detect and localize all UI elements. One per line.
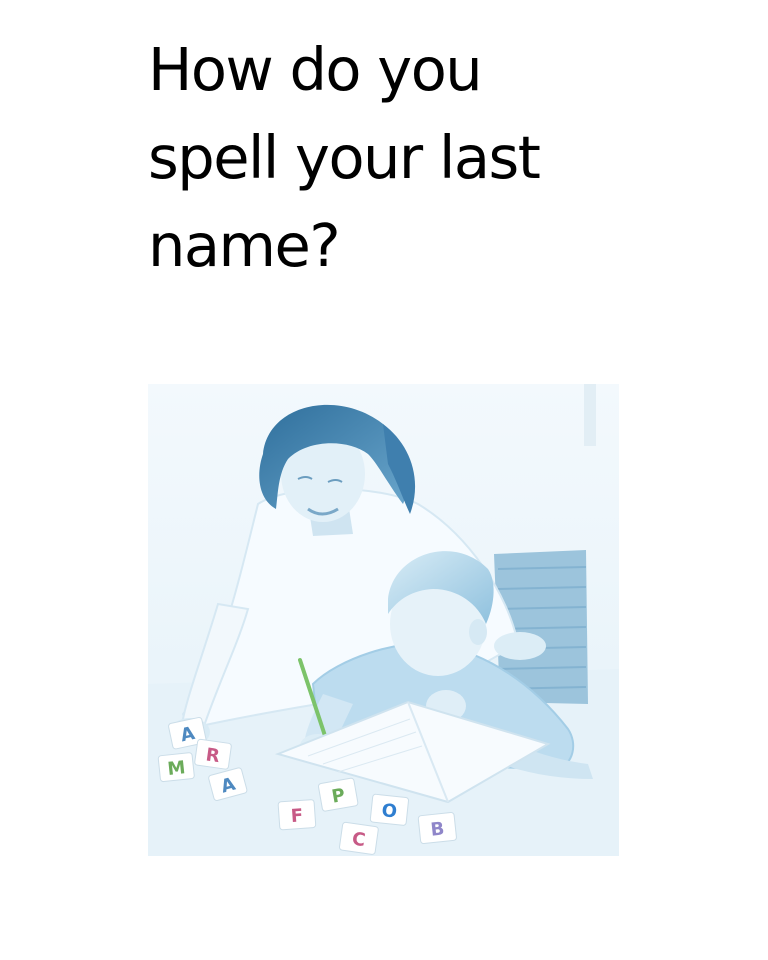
svg-text:B: B <box>430 818 446 840</box>
svg-text:O: O <box>381 800 398 822</box>
svg-text:M: M <box>166 757 186 780</box>
svg-text:F: F <box>290 805 304 827</box>
question-heading: How do you spell your last name? <box>148 35 541 280</box>
spelling-lesson-illustration: A R M A P O F C B <box>148 384 619 856</box>
illustration-photo: A R M A P O F C B <box>148 384 619 856</box>
